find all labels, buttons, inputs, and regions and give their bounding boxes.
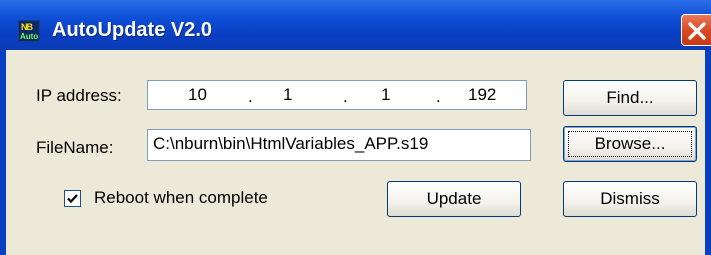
autoupdate-dialog: NB Auto AutoUpdate V2.0 IP address: 10 .… bbox=[0, 0, 711, 255]
ip-address-label: IP address: bbox=[36, 86, 122, 105]
ip-octet-3[interactable]: 1 bbox=[381, 85, 390, 105]
ip-separator-2: . bbox=[343, 87, 348, 106]
ip-octet-1[interactable]: 10 bbox=[188, 85, 207, 105]
focus-ring bbox=[568, 131, 692, 157]
reboot-checkbox[interactable] bbox=[64, 190, 81, 207]
ip-separator-1: . bbox=[248, 87, 253, 106]
window-title: AutoUpdate V2.0 bbox=[52, 19, 213, 41]
browse-button[interactable]: Browse... bbox=[563, 126, 697, 162]
update-button-label: Update bbox=[426, 189, 482, 208]
window-border-left bbox=[0, 50, 6, 255]
ip-address-input[interactable]: 10 . 1 . 1 . 192 bbox=[147, 80, 527, 110]
find-button-label: Find... bbox=[606, 88, 654, 107]
filename-label: FileName: bbox=[36, 138, 114, 157]
ip-octet-2[interactable]: 1 bbox=[283, 85, 292, 105]
filename-input[interactable]: C:\nburn\bin\HtmlVariables_APP.s19 bbox=[147, 129, 531, 161]
title-bar[interactable]: NB Auto AutoUpdate V2.0 bbox=[0, 0, 711, 50]
close-button[interactable] bbox=[681, 14, 711, 46]
checkmark-icon bbox=[67, 194, 78, 204]
dismiss-button-label: Dismiss bbox=[600, 189, 660, 208]
ip-separator-3: . bbox=[436, 87, 441, 106]
ip-octet-4[interactable]: 192 bbox=[468, 85, 496, 105]
update-button[interactable]: Update bbox=[387, 181, 521, 217]
close-icon bbox=[688, 22, 706, 40]
reboot-checkbox-label[interactable]: Reboot when complete bbox=[94, 188, 268, 208]
app-logo-icon: NB Auto bbox=[18, 20, 40, 42]
window-border-right bbox=[705, 50, 711, 255]
find-button[interactable]: Find... bbox=[563, 80, 697, 116]
dismiss-button[interactable]: Dismiss bbox=[563, 181, 697, 217]
